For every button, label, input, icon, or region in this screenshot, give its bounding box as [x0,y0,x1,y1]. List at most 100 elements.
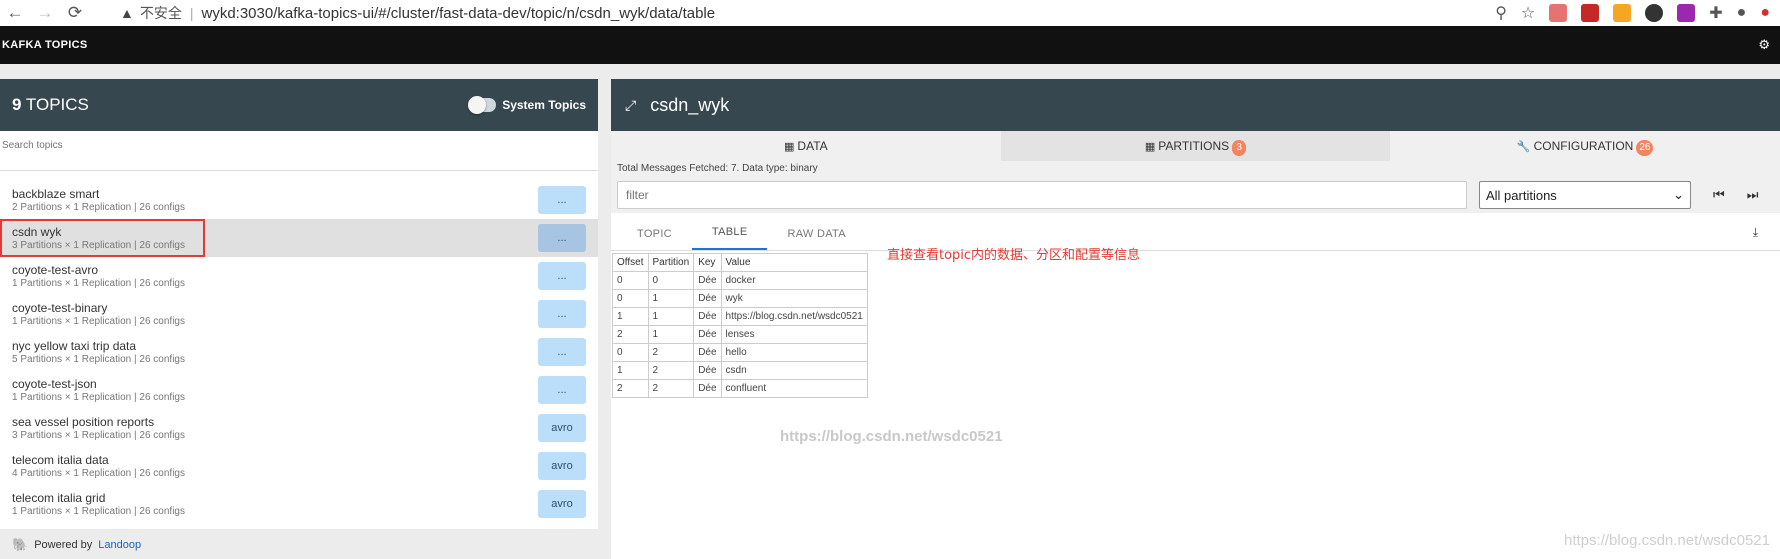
list-item[interactable]: nyc yellow taxi trip data 5 Partitions × … [0,333,598,371]
filter-input[interactable] [617,181,1467,209]
search-input[interactable] [2,140,596,151]
warning-icon[interactable]: ▲ [120,5,134,21]
column-header[interactable]: Value [720,253,868,272]
topic-detail-header: ⤢ csdn_wyk [611,79,1780,131]
skip-forward-icon[interactable]: ⏭ [1747,187,1759,203]
profile-avatar-icon[interactable]: ● [1737,4,1747,22]
forward-icon[interactable]: → [30,3,60,23]
download-icon[interactable]: ⤓ [1753,225,1758,240]
table-row[interactable]: 1 1 Dée https://blog.csdn.net/wsdc0521 [612,307,868,326]
chevron-down-icon: ⌄ [1673,187,1684,202]
topic-type-button[interactable]: ... [538,186,586,214]
extension-icon[interactable] [1549,4,1568,22]
puzzle-icon[interactable]: ✚ [1709,3,1722,23]
table-cell: 1 [647,325,695,344]
table-cell: 2 [647,379,695,398]
system-topics-toggle[interactable]: System Topics [468,96,586,114]
toggle-switch[interactable] [468,96,497,114]
topic-name: nyc yellow taxi trip data [12,339,137,353]
table-cell: csdn [720,361,868,380]
address-separator: | [189,5,194,21]
tab-partitions[interactable]: ▦ PARTITIONS 3 [1000,131,1391,161]
back-icon[interactable]: ← [0,3,30,23]
table-row[interactable]: 2 1 Dée lenses [612,325,868,344]
bookmark-star-icon[interactable]: ☆ [1521,3,1535,23]
topic-type-button[interactable]: ... [538,376,586,404]
table-row[interactable]: 0 2 Dée hello [612,343,868,362]
tab-topic[interactable]: TOPIC [617,228,692,250]
table-cell: 2 [647,343,695,362]
update-icon[interactable]: ● [1760,4,1770,22]
topic-type-button[interactable]: avro [538,414,586,442]
extension-purple-icon[interactable] [1677,4,1696,22]
table-cell: 2 [647,361,695,380]
address-bar[interactable]: wykd:3030/kafka-topics-ui/#/cluster/fast… [202,5,716,22]
topic-name: backblaze smart [12,187,100,201]
topic-type-button[interactable]: ... [538,338,586,366]
table-cell: lenses [720,325,868,344]
table-row[interactable]: 1 2 Dée csdn [612,361,868,380]
tab-configuration[interactable]: 🔧 CONFIGURATION 26 [1390,131,1780,161]
list-item[interactable]: coyote-test-avro 1 Partitions × 1 Replica… [0,257,598,295]
column-header[interactable]: Key [693,253,722,272]
expand-icon[interactable]: ⤢ [625,97,636,114]
table-header-row: Offset Partition Key Value [612,253,868,272]
tab-raw-data[interactable]: RAW DATA [767,228,865,250]
table-cell: 1 [612,361,649,380]
annotation-text: 直接查看topic内的数据、分区和配置等信息 [887,248,1141,263]
table-cell: 0 [612,271,649,290]
table-row[interactable]: 0 0 Dée docker [612,271,868,290]
table-cell: Dée [693,343,722,362]
list-item[interactable]: csdn wyk 3 Partitions × 1 Replication | 2… [0,219,598,257]
configuration-count-badge: 26 [1636,140,1654,156]
table-row[interactable]: 2 2 Dée confluent [612,379,868,398]
table-cell: 0 [612,289,649,308]
topic-meta: 1 Partitions × 1 Replication | 26 config… [12,316,185,327]
tab-table[interactable]: TABLE [691,226,768,250]
list-item[interactable]: telecom italia data 4 Partitions × 1 Repl… [0,447,598,485]
topic-name: telecom italia grid [12,491,106,505]
table-cell: 2 [612,325,649,344]
table-icon: ▦ [1144,141,1156,153]
browser-actions: ⚲ ☆ ✚ ● ● [1495,0,1780,26]
wrench-icon: 🔧 [1516,141,1531,153]
landoop-link[interactable]: Landoop [98,539,141,551]
extension-circle-icon[interactable] [1645,4,1664,22]
topic-type-button[interactable]: ... [538,262,586,290]
table-cell: Dée [693,361,722,380]
security-label[interactable]: 不安全 [140,3,182,23]
extension-shield-icon[interactable] [1581,4,1600,22]
data-view-tabs: TOPIC TABLE RAW DATA ⤓ [611,213,1780,251]
table-row[interactable]: 0 1 Dée wyk [612,289,868,308]
tab-data[interactable]: ▦ DATA [611,131,1001,161]
brand-title[interactable]: KAFKA TOPICS [2,39,88,51]
partition-select[interactable]: All partitions ⌄ [1479,181,1691,209]
elephant-icon: 🐘 [12,537,29,552]
list-item[interactable]: sea vessel position reports 3 Partitions … [0,409,598,447]
column-header[interactable]: Offset [612,253,649,272]
topic-meta: 2 Partitions × 1 Replication | 26 config… [12,202,185,213]
list-item[interactable]: backblaze smart 2 Partitions × 1 Replicat… [0,181,598,219]
topic-type-button[interactable]: avro [538,452,586,480]
table-cell: 0 [612,343,649,362]
column-header[interactable]: Partition [647,253,695,272]
reload-icon[interactable]: ⟳ [60,3,90,23]
topic-meta: 1 Partitions × 1 Replication | 26 config… [12,506,185,517]
table-cell: confluent [720,379,868,398]
topic-type-button[interactable]: avro [538,490,586,518]
list-item[interactable]: telecom italia grid 1 Partitions × 1 Repl… [0,485,598,523]
skip-back-icon[interactable]: ⏮ [1713,187,1725,203]
topic-type-button[interactable]: ... [538,224,586,252]
extension-cat-icon[interactable] [1613,4,1632,22]
gear-icon[interactable]: ⚙ [1758,37,1770,53]
messages-table: Offset Partition Key Value 0 0 Dée docker 0… [612,253,868,398]
topic-type-button[interactable]: ... [538,300,586,328]
powered-by-label: Powered by [34,539,93,551]
table-cell: Dée [693,379,722,398]
watermark-center: https://blog.csdn.net/wsdc0521 [780,428,1003,445]
zoom-icon[interactable]: ⚲ [1495,3,1507,23]
topic-name: coyote-test-json [12,377,97,391]
table-cell: Dée [693,289,722,308]
list-item[interactable]: coyote-test-json 1 Partitions × 1 Replica… [0,371,598,409]
list-item[interactable]: coyote-test-binary 1 Partitions × 1 Repli… [0,295,598,333]
